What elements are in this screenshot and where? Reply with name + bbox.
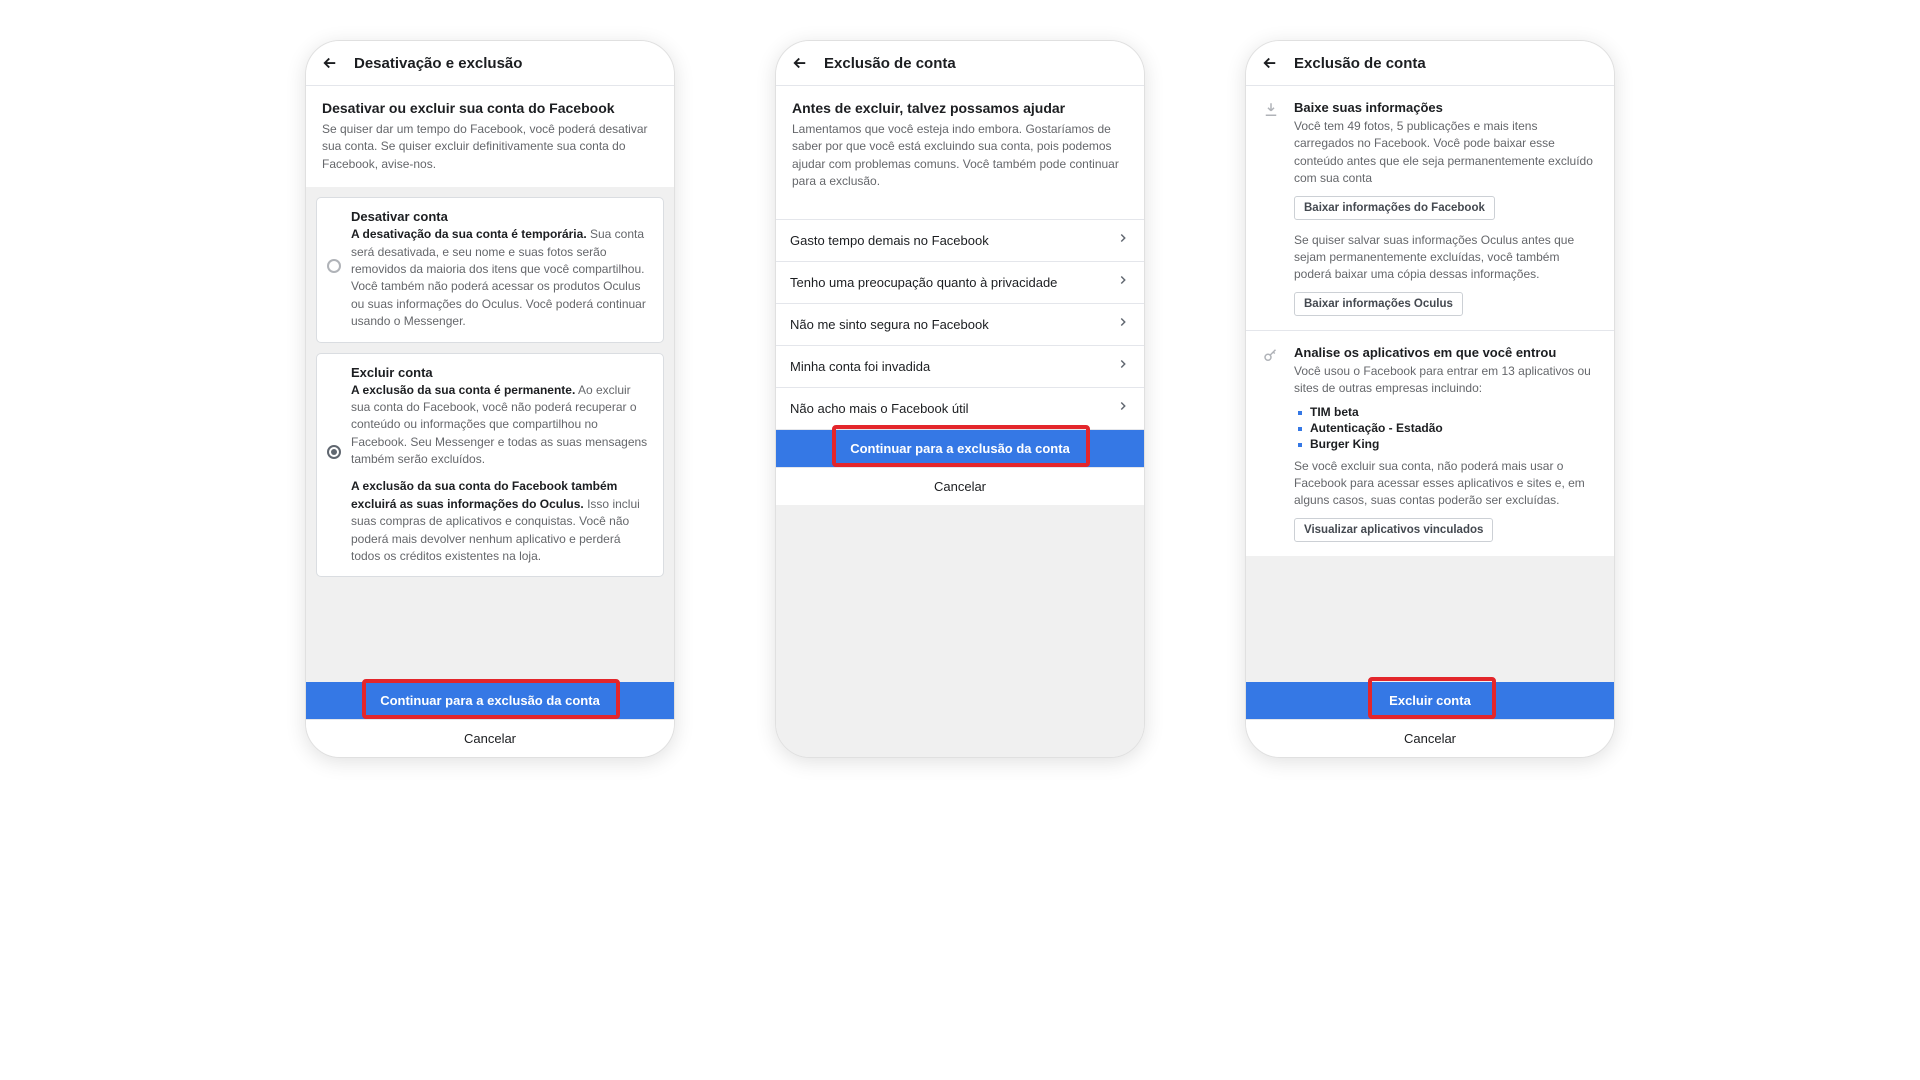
continue-delete-button[interactable]: Continuar para a exclusão da conta	[306, 682, 674, 719]
option-title: Excluir conta	[351, 365, 651, 380]
page-title: Desativação e exclusão	[354, 55, 522, 72]
back-arrow-icon[interactable]	[1260, 53, 1280, 73]
chevron-right-icon	[1116, 315, 1130, 334]
key-icon	[1262, 346, 1280, 364]
header: Exclusão de conta	[776, 41, 1144, 86]
option-text: A exclusão da sua conta é permanente. Ao…	[351, 382, 651, 469]
chevron-right-icon	[1116, 231, 1130, 250]
view-linked-apps-button[interactable]: Visualizar aplicativos vinculados	[1294, 518, 1493, 542]
chevron-right-icon	[1116, 357, 1130, 376]
delete-account-button[interactable]: Excluir conta	[1246, 682, 1614, 719]
header: Desativação e exclusão	[306, 41, 674, 86]
download-info-section: Baixe suas informações Você tem 49 fotos…	[1246, 86, 1614, 331]
info-text: Se você excluir sua conta, não poderá ma…	[1294, 458, 1598, 510]
apps-info-section: Analise os aplicativos em que você entro…	[1246, 331, 1614, 556]
header: Exclusão de conta	[1246, 41, 1614, 86]
option-delete[interactable]: Excluir conta A exclusão da sua conta é …	[316, 353, 664, 578]
reasons-list: Gasto tempo demais no Facebook Tenho uma…	[776, 219, 1144, 430]
section-title: Desativar ou excluir sua conta do Facebo…	[322, 100, 658, 116]
cancel-button[interactable]: Cancelar	[1246, 719, 1614, 757]
phone-screen-1: Desativação e exclusão Desativar ou excl…	[305, 40, 675, 758]
section-desc: Se quiser dar um tempo do Facebook, você…	[322, 121, 658, 173]
list-item-label: Minha conta foi invadida	[790, 359, 930, 374]
radio-unselected-icon[interactable]	[327, 259, 341, 273]
list-item[interactable]: Não me sinto segura no Facebook	[776, 303, 1144, 345]
download-icon	[1262, 101, 1280, 119]
list-item: Burger King	[1298, 436, 1598, 452]
list-item-label: Tenho uma preocupação quanto à privacida…	[790, 275, 1057, 290]
download-facebook-button[interactable]: Baixar informações do Facebook	[1294, 196, 1495, 220]
info-text: Se quiser salvar suas informações Oculus…	[1294, 232, 1598, 284]
list-item[interactable]: Não acho mais o Facebook útil	[776, 387, 1144, 430]
phone-screen-3: Exclusão de conta Baixe suas informações…	[1245, 40, 1615, 758]
section-desc: Lamentamos que você esteja indo embora. …	[792, 121, 1128, 191]
section-title: Antes de excluir, talvez possamos ajudar	[792, 100, 1128, 116]
cancel-button[interactable]: Cancelar	[776, 467, 1144, 505]
list-item[interactable]: Gasto tempo demais no Facebook	[776, 219, 1144, 261]
list-item-label: Não acho mais o Facebook útil	[790, 401, 968, 416]
option-title: Desativar conta	[351, 209, 651, 224]
option-text: A exclusão da sua conta do Facebook tamb…	[351, 478, 651, 565]
option-deactivate[interactable]: Desativar conta A desativação da sua con…	[316, 197, 664, 342]
list-item[interactable]: Tenho uma preocupação quanto à privacida…	[776, 261, 1144, 303]
page-title: Exclusão de conta	[824, 55, 956, 72]
option-text: A desativação da sua conta é temporária.…	[351, 226, 651, 330]
chevron-right-icon	[1116, 273, 1130, 292]
list-item-label: Não me sinto segura no Facebook	[790, 317, 989, 332]
list-item: Autenticação - Estadão	[1298, 420, 1598, 436]
intro-section: Desativar ou excluir sua conta do Facebo…	[306, 86, 674, 187]
download-oculus-button[interactable]: Baixar informações Oculus	[1294, 292, 1463, 316]
info-text: Você usou o Facebook para entrar em 13 a…	[1294, 363, 1598, 398]
cancel-button[interactable]: Cancelar	[306, 719, 674, 757]
apps-list: TIM beta Autenticação - Estadão Burger K…	[1294, 404, 1598, 452]
list-item-label: Gasto tempo demais no Facebook	[790, 233, 989, 248]
chevron-right-icon	[1116, 399, 1130, 418]
phone-screen-2: Exclusão de conta Antes de excluir, talv…	[775, 40, 1145, 758]
intro-section: Antes de excluir, talvez possamos ajudar…	[776, 86, 1144, 205]
radio-selected-icon[interactable]	[327, 445, 341, 459]
info-title: Analise os aplicativos em que você entro…	[1294, 345, 1598, 360]
info-text: Você tem 49 fotos, 5 publicações e mais …	[1294, 118, 1598, 188]
list-item: TIM beta	[1298, 404, 1598, 420]
back-arrow-icon[interactable]	[790, 53, 810, 73]
back-arrow-icon[interactable]	[320, 53, 340, 73]
page-title: Exclusão de conta	[1294, 55, 1426, 72]
list-item[interactable]: Minha conta foi invadida	[776, 345, 1144, 387]
continue-delete-button[interactable]: Continuar para a exclusão da conta	[776, 430, 1144, 467]
info-title: Baixe suas informações	[1294, 100, 1598, 115]
